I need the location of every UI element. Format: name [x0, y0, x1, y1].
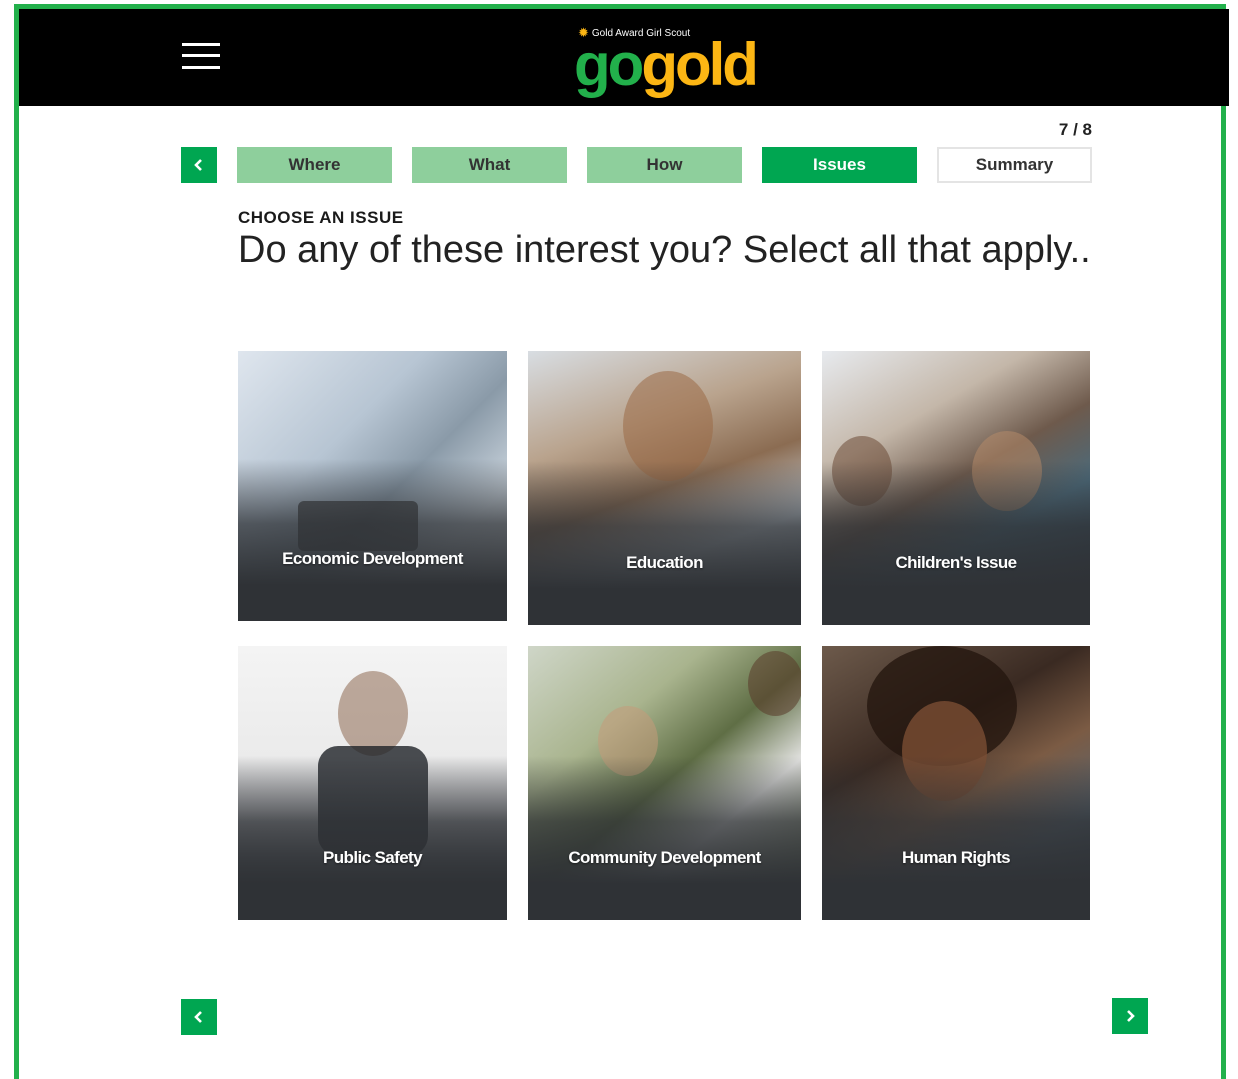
chevron-right-icon: [1127, 1010, 1135, 1022]
step-counter: 7 / 8: [1058, 120, 1092, 139]
tab-what[interactable]: What: [412, 147, 567, 183]
issue-label: Children's Issue: [895, 553, 1017, 572]
issue-label: Community Development: [568, 848, 761, 867]
issue-card-human-rights[interactable]: Human Rights: [822, 646, 1090, 920]
section-eyebrow: CHOOSE AN ISSUE: [238, 208, 404, 227]
issue-label: Economic Development: [282, 549, 463, 568]
next-page-button[interactable]: [1112, 998, 1148, 1034]
previous-page-button[interactable]: [181, 999, 217, 1035]
gogold-logo[interactable]: ✹ Gold Award Girl Scout gogold: [574, 23, 774, 101]
chevron-left-icon: [194, 1011, 202, 1023]
chevron-left-icon: [194, 159, 202, 171]
logo-wordmark: gogold: [574, 31, 759, 98]
issue-label: Public Safety: [323, 848, 423, 867]
issue-card-economic-development[interactable]: Economic Development: [238, 351, 507, 621]
issue-card-childrens-issue[interactable]: Children's Issue: [822, 351, 1090, 625]
tab-where[interactable]: Where: [237, 147, 392, 183]
top-header: ✹ Gold Award Girl Scout gogold: [19, 9, 1229, 106]
issue-card-public-safety[interactable]: Public Safety: [238, 646, 507, 920]
issue-card-community-development[interactable]: Community Development: [528, 646, 801, 920]
issue-label: Education: [626, 553, 703, 572]
hamburger-menu-icon[interactable]: [182, 41, 220, 71]
section-question: Do any of these interest you? Select all…: [238, 229, 1091, 271]
issue-card-education[interactable]: Education: [528, 351, 801, 625]
tabs-back-button[interactable]: [181, 147, 217, 183]
issue-label: Human Rights: [901, 848, 1011, 867]
tab-issues[interactable]: Issues: [762, 147, 917, 183]
tab-summary[interactable]: Summary: [937, 147, 1092, 183]
tab-how[interactable]: How: [587, 147, 742, 183]
